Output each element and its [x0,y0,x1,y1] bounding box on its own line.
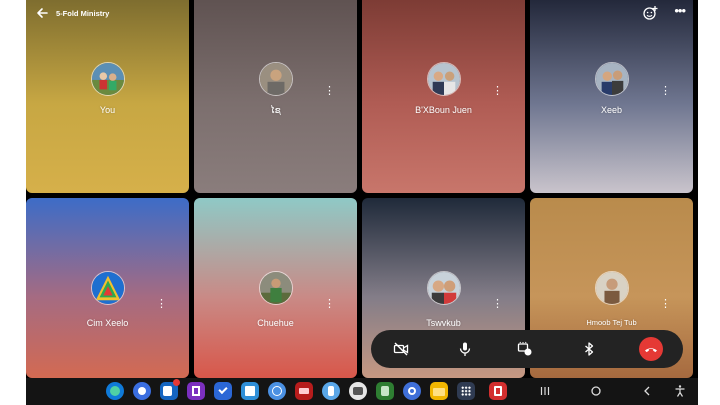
participant-avatar [426,62,461,96]
more-options-icon[interactable]: ⋮ [324,85,335,97]
participant-avatar [594,271,629,305]
edge-icon[interactable] [106,382,124,400]
settings-icon[interactable] [403,382,421,400]
participant-tile[interactable]: Xeeb ⋮ [530,0,693,193]
save-icon[interactable] [241,382,259,400]
participant-name: B'XBoun Juen [415,105,472,115]
participant-name: Hmoob Tej Tub [586,318,637,327]
hub-icon[interactable] [349,382,367,400]
participant-tile-you[interactable]: You [26,0,189,193]
participant-name: ໄຊ [270,105,281,115]
participant-avatar [90,271,125,305]
participant-tile[interactable]: ໄຊ ⋮ [194,0,357,193]
video-call-screen: You ໄຊ ⋮ B'XBoun Juen ⋮ Xeeb ⋮ Cim Xeelo… [26,0,698,405]
bible-icon[interactable] [295,382,313,400]
more-options-icon[interactable]: ⋮ [324,298,335,310]
participant-name: Tswvkub [426,318,461,328]
outlook-icon[interactable] [160,379,180,400]
video-off-icon[interactable] [393,341,409,357]
more-options-icon[interactable]: ⋮ [660,85,671,97]
call-header: 5-Fold Ministry ••• [26,0,698,28]
meeting-title: 5-Fold Ministry [56,9,110,18]
participant-name: You [99,105,116,115]
call-controls [371,330,683,368]
more-options-icon[interactable]: ⋮ [492,85,503,97]
participant-avatar [594,62,629,96]
onenote-icon[interactable] [187,382,205,400]
bluetooth-icon[interactable] [581,341,597,357]
participant-name: Xeeb [600,105,623,115]
back-icon[interactable] [640,384,654,398]
recents-icon[interactable] [538,384,552,398]
taskbar [26,378,698,405]
todo-icon[interactable] [214,382,232,400]
notification-badge [173,379,180,386]
phone-icon[interactable] [322,382,340,400]
participant-name: Chuehue [257,318,294,328]
participant-avatar [258,271,293,305]
chrome-icon[interactable] [133,382,151,400]
app-grid-icon[interactable] [457,382,475,400]
end-call-button[interactable] [639,337,663,361]
add-reaction-icon[interactable] [642,5,658,21]
effects-icon[interactable] [517,341,533,357]
music-icon[interactable] [376,382,394,400]
more-options-icon[interactable]: ⋮ [156,298,167,310]
participant-tile[interactable]: B'XBoun Juen ⋮ [362,0,525,193]
microphone-icon[interactable] [457,341,473,357]
participant-name: Cim Xeelo [86,318,129,328]
participant-avatar [258,62,293,96]
participant-tile[interactable]: Cim Xeelo ⋮ [26,198,189,378]
participant-tile[interactable]: Chuehue ⋮ [194,198,357,378]
more-options-icon[interactable]: ••• [674,4,686,17]
participant-avatar [90,62,125,96]
safari-icon[interactable] [268,382,286,400]
files-icon[interactable] [430,382,448,400]
accessibility-icon[interactable] [673,384,687,398]
home-icon[interactable] [589,384,603,398]
more-options-icon[interactable]: ⋮ [492,298,503,310]
participant-avatar [426,271,461,305]
pdf-icon[interactable] [489,382,507,400]
back-arrow-icon[interactable] [35,6,49,20]
end-call-icon [645,348,657,353]
more-options-icon[interactable]: ⋮ [660,298,671,310]
